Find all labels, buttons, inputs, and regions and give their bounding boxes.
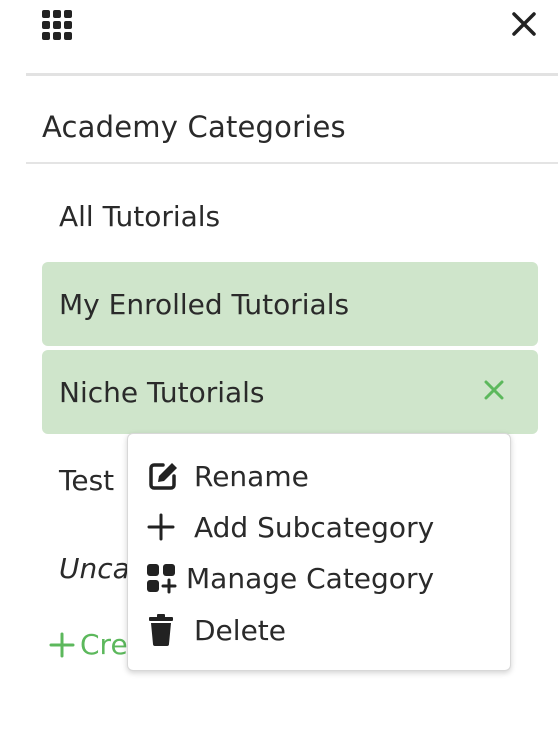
close-icon [512,12,536,36]
menu-label: Manage Category [186,561,435,595]
menu-label: Add Subcategory [194,510,435,544]
menu-item-rename[interactable]: Rename [146,454,309,498]
menu-item-manage-category[interactable]: Manage Category [146,556,434,600]
category-label: Test [59,463,115,497]
category-label: Unca [59,551,130,585]
page-title: Academy Categories [42,110,346,144]
menu-label: Delete [194,613,286,647]
top-divider [26,73,558,76]
heading-divider [26,162,558,164]
manage-icon [146,560,178,596]
remove-icon[interactable] [482,378,506,402]
category-context-menu: Rename Add Subcategory Manage Category D… [127,433,511,671]
menu-item-delete[interactable]: Delete [146,608,286,652]
close-button[interactable] [508,8,540,40]
plus-icon [146,509,186,545]
create-label: Cre [80,628,128,661]
edit-icon [146,458,186,494]
trash-icon [146,612,186,648]
category-item-my-enrolled-tutorials[interactable]: My Enrolled Tutorials [42,262,538,346]
create-category-button[interactable]: Cre [48,628,128,661]
category-item-niche-tutorials[interactable]: Niche Tutorials [42,350,538,434]
category-label: All Tutorials [59,199,221,233]
category-label: My Enrolled Tutorials [59,287,350,321]
plus-icon [49,632,75,657]
apps-grid-icon[interactable] [42,10,74,42]
category-label: Niche Tutorials [59,375,265,409]
menu-label: Rename [194,459,309,493]
menu-item-add-subcategory[interactable]: Add Subcategory [146,505,434,549]
category-item-all-tutorials[interactable]: All Tutorials [42,174,538,258]
